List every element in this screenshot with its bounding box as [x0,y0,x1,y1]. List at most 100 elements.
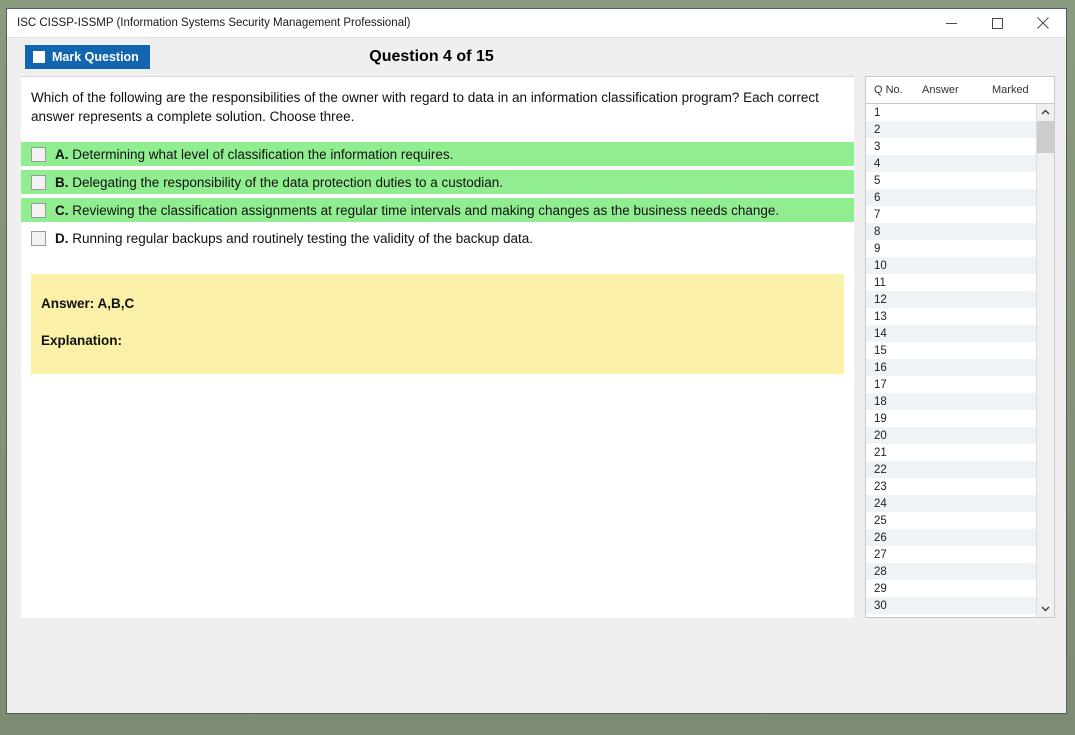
mark-question-checkbox-icon[interactable] [33,51,45,63]
exam-window: ISC CISSP-ISSMP (Information Systems Sec… [6,8,1067,714]
cell-qno: 14 [874,327,887,340]
cell-qno: 2 [874,123,881,136]
question-list-scrollbar[interactable] [1036,104,1054,617]
question-list-row[interactable]: 13 [866,308,1036,325]
question-list-row[interactable]: 28 [866,563,1036,580]
question-list-row[interactable]: 7 [866,206,1036,223]
question-list-row[interactable]: 25 [866,512,1036,529]
maximize-icon[interactable] [974,9,1020,38]
cell-qno: 16 [874,361,887,374]
cell-qno: 12 [874,293,887,306]
question-counter: Question 4 of 15 [369,48,494,65]
question-list-row[interactable]: 4 [866,155,1036,172]
option-row[interactable]: B. Delegating the responsibility of the … [21,170,854,195]
cell-qno: 22 [874,463,887,476]
question-list-row[interactable]: 15 [866,342,1036,359]
footer-toolbar: ❮ Previous Next ❯ Show Answer Review Sho… [7,618,1066,713]
chevron-down-icon[interactable] [1037,600,1054,617]
option-letter: D. [55,230,69,246]
option-checkbox[interactable] [31,146,46,162]
close-icon[interactable] [1020,9,1066,38]
option-letter: B. [55,174,69,190]
question-list-row[interactable]: 22 [866,461,1036,478]
option-checkbox[interactable] [31,202,46,218]
main-area: Which of the following are the responsib… [7,76,1066,618]
question-list-row[interactable]: 9 [866,240,1036,257]
options-list: A. Determining what level of classificat… [21,142,854,250]
cell-qno: 15 [874,344,887,357]
answer-line: Answer: A,B,C [41,296,135,312]
cell-qno: 29 [874,582,887,595]
question-toolbar: Mark Question Question 4 of 15 [7,38,1066,76]
window-title: ISC CISSP-ISSMP (Information Systems Sec… [17,17,411,29]
cell-qno: 30 [874,599,887,612]
option-label: A. Determining what level of classificat… [55,146,454,162]
question-list-row[interactable]: 21 [866,444,1036,461]
column-header-answer: Answer [922,84,959,96]
question-list-row[interactable]: 3 [866,138,1036,155]
question-list-row[interactable]: 29 [866,580,1036,597]
cell-qno: 13 [874,310,887,323]
question-list-row[interactable]: 12 [866,291,1036,308]
screen: ISC CISSP-ISSMP (Information Systems Sec… [0,0,1075,735]
cell-qno: 19 [874,412,887,425]
question-list-row[interactable]: 27 [866,546,1036,563]
cell-qno: 7 [874,208,881,221]
question-list-row[interactable]: 6 [866,189,1036,206]
question-list-row[interactable]: 11 [866,274,1036,291]
title-bar: ISC CISSP-ISSMP (Information Systems Sec… [7,9,1066,38]
question-list-row[interactable]: 1 [866,104,1036,121]
cell-qno: 6 [874,191,881,204]
cell-qno: 21 [874,446,887,459]
question-rows: 1 2 3 4 5 6 7 8 9 10 11 12 13 14 15 16 17 18 19 20 21 22 23 24 2… [866,104,1036,617]
option-row[interactable]: C. Reviewing the classification assignme… [21,198,854,223]
question-list-row[interactable]: 8 [866,223,1036,240]
question-list-row[interactable]: 2 [866,121,1036,138]
cell-qno: 4 [874,157,881,170]
minimize-icon[interactable] [928,9,974,38]
option-checkbox[interactable] [31,174,46,190]
option-checkbox[interactable] [31,230,46,246]
cell-qno: 25 [874,514,887,527]
cell-qno: 23 [874,480,887,493]
page-title: Question 4 of 15 [7,48,1066,66]
cell-qno: 10 [874,259,887,272]
cell-qno: 28 [874,565,887,578]
cell-qno: 8 [874,225,881,238]
question-list-row[interactable]: 23 [866,478,1036,495]
cell-qno: 5 [874,174,881,187]
question-list-row[interactable]: 30 [866,597,1036,614]
cell-qno: 18 [874,395,887,408]
cell-qno: 9 [874,242,881,255]
cell-qno: 20 [874,429,887,442]
question-list-row[interactable]: 20 [866,427,1036,444]
option-row[interactable]: A. Determining what level of classificat… [21,142,854,167]
option-label: C. Reviewing the classification assignme… [55,202,780,218]
question-list-row[interactable]: 24 [866,495,1036,512]
answer-explanation-box: Answer: A,B,C Explanation: [31,274,844,375]
cell-qno: 11 [874,276,886,289]
question-list-row[interactable]: 18 [866,393,1036,410]
question-list-row[interactable]: 17 [866,376,1036,393]
question-list-row[interactable]: 16 [866,359,1036,376]
question-text: Which of the following are the responsib… [31,90,819,125]
question-content: Which of the following are the responsib… [21,76,854,618]
scrollbar-thumb[interactable] [1037,121,1054,153]
cell-qno: 24 [874,497,887,510]
scrollbar-track[interactable] [1037,121,1054,600]
question-list-row[interactable]: 14 [866,325,1036,342]
cell-qno: 3 [874,140,881,153]
mark-question-label: Mark Question [52,50,139,64]
option-label: B. Delegating the responsibility of the … [55,174,504,190]
option-row[interactable]: D. Running regular backups and routinely… [21,226,854,250]
question-list-row[interactable]: 19 [866,410,1036,427]
question-list-row[interactable]: 26 [866,529,1036,546]
question-list-header: Q No. Answer Marked [866,77,1054,104]
question-list-body: 1 2 3 4 5 6 7 8 9 10 11 12 13 14 15 16 17 18 19 20 21 22 23 24 2… [866,104,1054,617]
question-list-panel: Q No. Answer Marked 1 2 3 4 5 6 7 8 9 10 11 12 13 14 1… [865,76,1055,618]
chevron-up-icon[interactable] [1037,104,1054,121]
question-list-row[interactable]: 5 [866,172,1036,189]
explanation-line: Explanation: [41,333,123,349]
question-list-row[interactable]: 10 [866,257,1036,274]
mark-question-button[interactable]: Mark Question [25,45,150,69]
